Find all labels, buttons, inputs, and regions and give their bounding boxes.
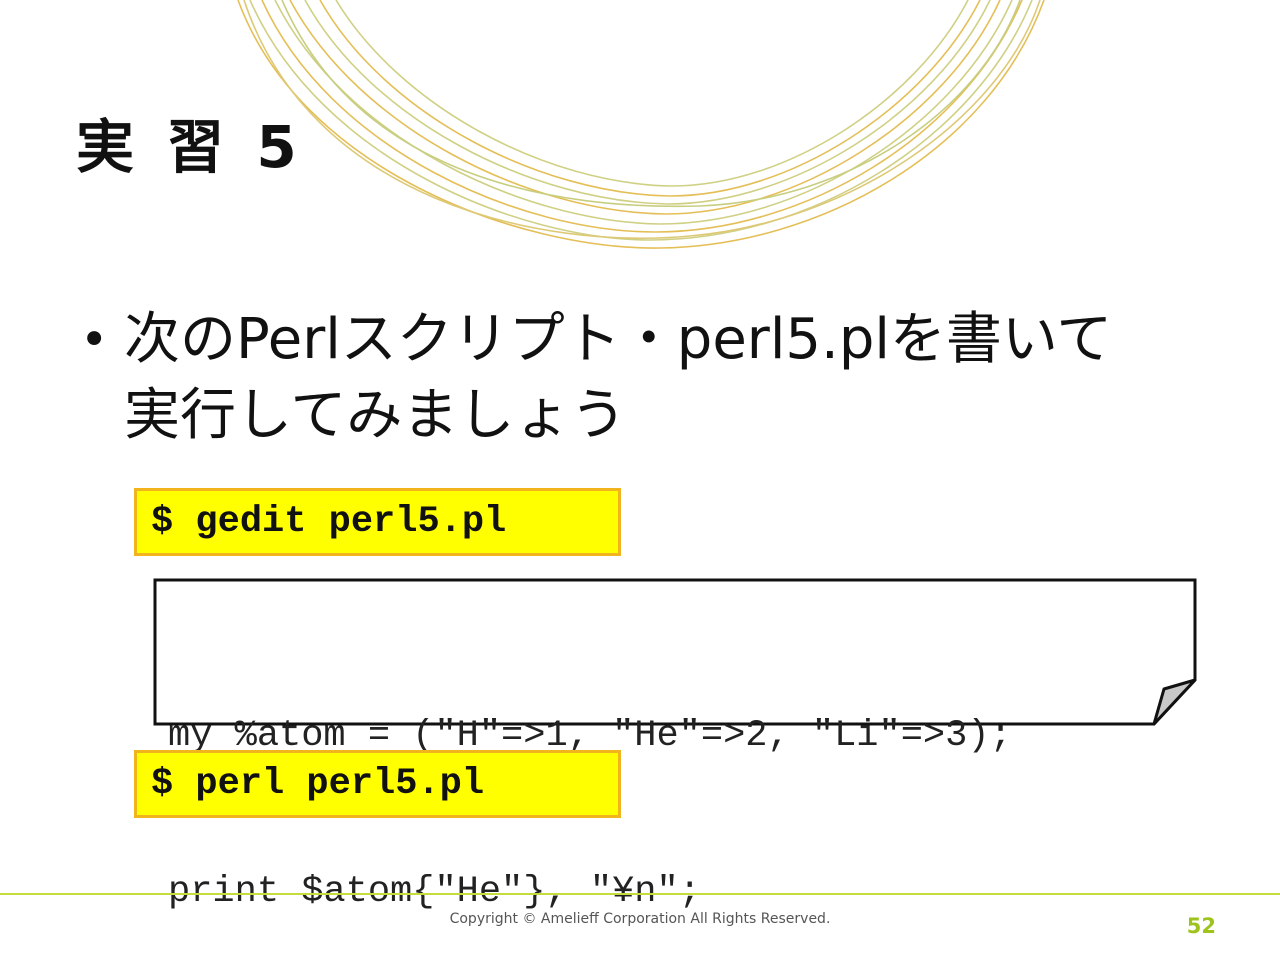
copyright-text: Copyright © Amelieff Corporation All Rig… — [449, 911, 831, 927]
footer-divider — [0, 893, 1280, 895]
command-gedit-box: $ gedit perl5.pl — [134, 488, 621, 556]
command-perl-box: $ perl perl5.pl — [134, 750, 621, 818]
slide-title: 実 習 5 — [76, 113, 303, 181]
instruction-text: 次のPerlスクリプト・perl5.plを書いて 実行してみましょう — [124, 307, 1113, 448]
bullet-marker: • — [80, 312, 109, 368]
instruction-bullet: • 次のPerlスクリプト・perl5.plを書いて 実行してみましょう — [80, 302, 1260, 454]
page-number: 52 — [1186, 914, 1216, 938]
